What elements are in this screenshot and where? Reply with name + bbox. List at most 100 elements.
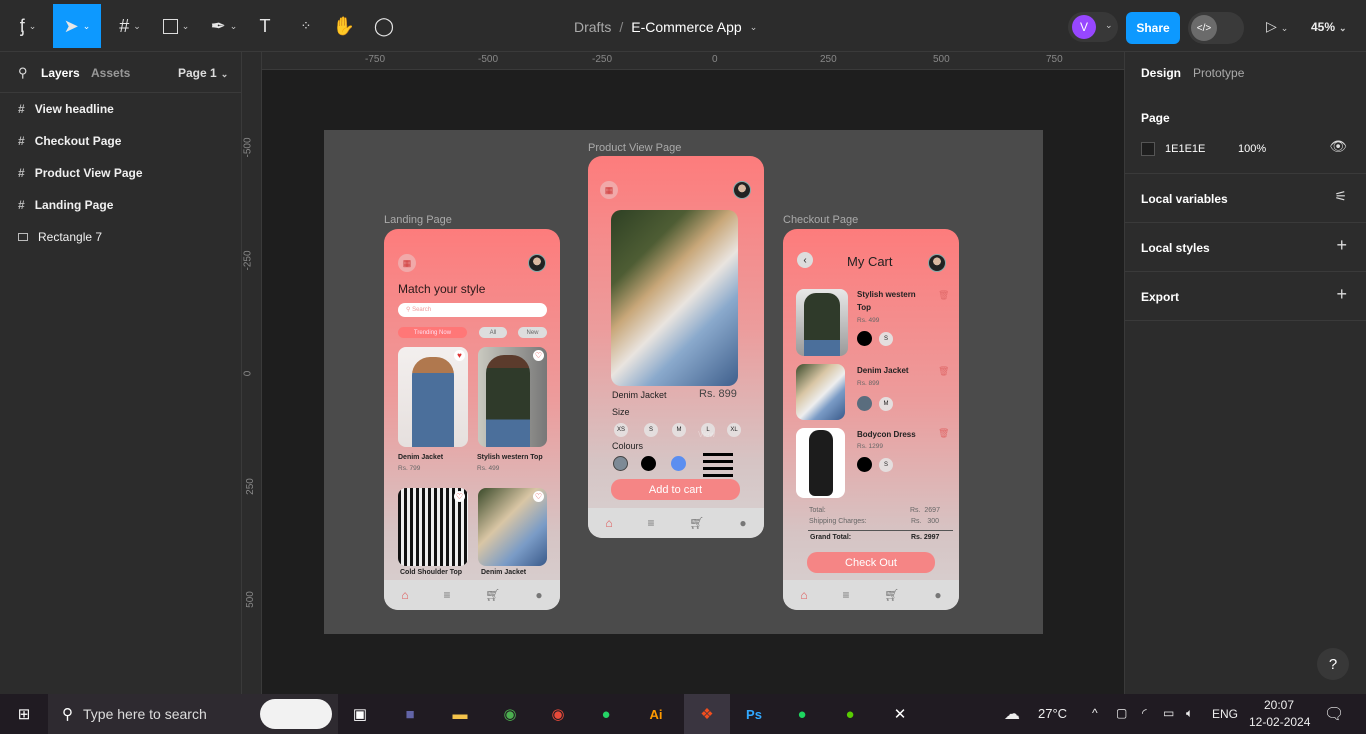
text-tool-button[interactable]: T	[252, 4, 278, 48]
product-card-image[interactable]: ♡	[398, 488, 468, 566]
layer-item[interactable]: Rectangle 7	[18, 230, 102, 244]
avatar[interactable]	[733, 181, 751, 199]
layer-item[interactable]: # View headline	[18, 102, 114, 116]
frame-tool-button[interactable]: # ⌄	[112, 4, 148, 48]
size-option[interactable]: M	[672, 423, 686, 437]
file-explorer-icon[interactable]: ▬	[440, 694, 480, 734]
landing-page-frame[interactable]: ▦ Match your style ⚲ Search Trending Now…	[384, 229, 560, 610]
duolingo-icon[interactable]: ●	[830, 694, 870, 734]
user-icon[interactable]: ●	[535, 588, 542, 602]
avatar[interactable]	[528, 254, 546, 272]
user-icon[interactable]: ●	[739, 516, 746, 530]
product-card-image[interactable]: ♡	[478, 347, 547, 447]
search-icon[interactable]: ⚲	[18, 65, 28, 81]
heart-icon[interactable]: ♡	[454, 491, 465, 502]
back-button[interactable]: ‹	[797, 252, 813, 268]
weather-icon[interactable]: ☁	[1004, 704, 1020, 724]
camera-icon[interactable]: ▢	[1116, 706, 1127, 720]
avatar[interactable]	[928, 254, 946, 272]
search-input[interactable]: ⚲ Search	[398, 303, 547, 317]
illustrator-icon[interactable]: Ai	[636, 694, 676, 734]
resources-button[interactable]: ⁘	[293, 4, 319, 48]
product-card-image[interactable]: ♡	[478, 488, 547, 566]
copilot-icon[interactable]	[260, 699, 332, 729]
size-option[interactable]: S	[644, 423, 658, 437]
plus-icon[interactable]: +	[1336, 235, 1347, 256]
eye-icon[interactable]: 👁︎	[1329, 138, 1347, 155]
page-opacity-value[interactable]: 100%	[1238, 143, 1266, 155]
add-to-cart-button[interactable]: Add to cart	[611, 479, 740, 500]
weather-temp[interactable]: 27°C	[1038, 706, 1067, 721]
size-option[interactable]: XL	[727, 423, 741, 437]
battery-icon[interactable]: ▭	[1163, 706, 1174, 720]
checkout-button[interactable]: Check Out	[807, 552, 935, 573]
colour-swatch[interactable]	[613, 456, 628, 471]
trash-icon[interactable]: 🗑︎	[938, 428, 949, 439]
user-icon[interactable]: ●	[934, 588, 941, 602]
windows-start-icon[interactable]: ⊞	[4, 694, 44, 734]
tab-design[interactable]: Design	[1141, 66, 1181, 80]
checkout-page-frame[interactable]: ‹ My Cart Stylish western Top Rs. 499 S …	[783, 229, 959, 610]
chrome-icon[interactable]: ◉	[490, 694, 530, 734]
notifications-icon[interactable]: 🗨︎	[1324, 704, 1344, 724]
list-icon[interactable]: ≡	[647, 516, 654, 530]
teams-icon[interactable]: ■	[390, 694, 430, 734]
capcut-icon[interactable]: ✕	[880, 694, 920, 734]
product-view-frame[interactable]: ▦ Denim Jacket Rs. 899 Size XS S M L XL …	[588, 156, 764, 538]
heart-icon[interactable]: ♡	[533, 350, 544, 361]
clock-time[interactable]: 20:07	[1264, 698, 1294, 712]
local-styles-section[interactable]: Local styles +	[1125, 223, 1366, 272]
cart-icon[interactable]: 🛒︎	[485, 588, 500, 602]
chip-trending[interactable]: Trending Now	[398, 327, 467, 338]
breadcrumb-drafts[interactable]: Drafts	[574, 19, 611, 35]
whatsapp-icon[interactable]: ●	[586, 694, 626, 734]
cart-icon[interactable]: 🛒︎	[884, 588, 899, 602]
trash-icon[interactable]: 🗑︎	[938, 366, 949, 377]
layer-item[interactable]: # Product View Page	[18, 166, 143, 180]
colour-swatch[interactable]	[641, 456, 656, 471]
chrome-profile-icon[interactable]: ◉	[538, 694, 578, 734]
page-color-swatch[interactable]	[1141, 142, 1155, 156]
colour-swatch[interactable]	[671, 456, 686, 471]
trash-icon[interactable]: 🗑︎	[938, 290, 949, 301]
frame-label[interactable]: Checkout Page	[783, 214, 858, 226]
dev-mode-toggle[interactable]: </>	[1188, 12, 1244, 44]
tab-assets[interactable]: Assets	[91, 66, 130, 80]
tab-prototype[interactable]: Prototype	[1193, 66, 1244, 80]
frame-label[interactable]: Landing Page	[384, 214, 452, 226]
frame-label[interactable]: Product View Page	[588, 142, 681, 154]
product-card-image[interactable]: ♥	[398, 347, 468, 447]
tab-layers[interactable]: Layers	[41, 66, 80, 80]
cart-icon[interactable]: 🛒︎	[689, 516, 704, 530]
heart-icon[interactable]: ♡	[533, 491, 544, 502]
stripes-pattern-icon[interactable]	[703, 453, 733, 477]
move-tool-button[interactable]: ➤ ⌄	[53, 4, 101, 48]
home-icon[interactable]: ⌂	[605, 516, 612, 530]
present-button[interactable]: ▷ ⌄	[1266, 18, 1288, 35]
taskbar-search[interactable]: ⚲ Type here to search	[48, 694, 338, 734]
pen-tool-button[interactable]: ✒ ⌄	[206, 4, 242, 48]
layer-item[interactable]: # Landing Page	[18, 198, 113, 212]
figma-icon[interactable]: ❖	[684, 694, 730, 734]
volume-icon[interactable]: 🔈︎	[1186, 706, 1193, 721]
photoshop-icon[interactable]: Ps	[734, 694, 774, 734]
task-view-icon[interactable]: ▣	[340, 694, 380, 734]
help-button[interactable]: ?	[1317, 648, 1349, 680]
spotify-icon[interactable]: ●	[782, 694, 822, 734]
heart-filled-icon[interactable]: ♥	[454, 350, 465, 361]
plus-icon[interactable]: +	[1336, 284, 1347, 305]
wifi-icon[interactable]: ◜	[1142, 706, 1147, 720]
hand-tool-button[interactable]: ✋	[331, 4, 357, 48]
layer-item[interactable]: # Checkout Page	[18, 134, 121, 148]
zoom-dropdown[interactable]: 45% ⌄	[1311, 20, 1347, 34]
share-button[interactable]: Share	[1126, 12, 1180, 44]
file-name[interactable]: E-Commerce App	[631, 19, 741, 35]
home-icon[interactable]: ⌂	[800, 588, 807, 602]
list-icon[interactable]: ≡	[443, 588, 450, 602]
chip-all[interactable]: All	[479, 327, 507, 338]
export-section[interactable]: Export +	[1125, 272, 1366, 321]
menu-grid-icon[interactable]: ▦	[398, 254, 416, 272]
page-dropdown[interactable]: Page 1 ⌄	[178, 66, 228, 80]
chip-new[interactable]: New	[518, 327, 547, 338]
user-avatar-button[interactable]: V ⌄	[1068, 12, 1118, 42]
